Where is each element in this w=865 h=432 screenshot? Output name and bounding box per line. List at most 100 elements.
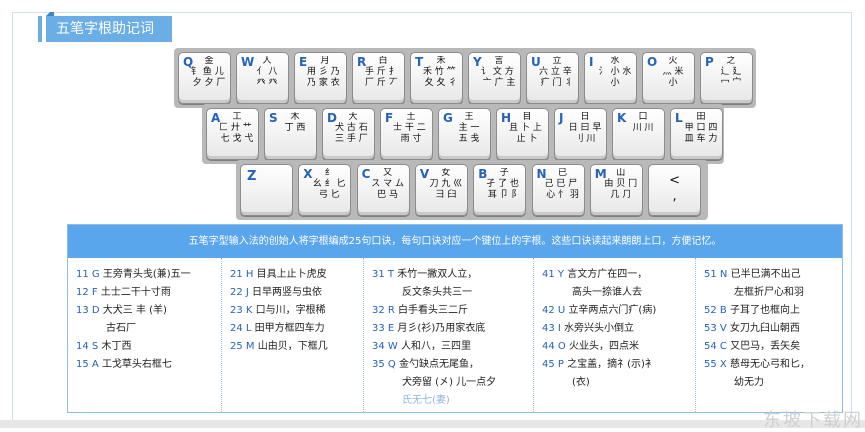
mnemonic-line: 43 I 水旁兴头小倒立 [542, 320, 689, 338]
key-letter: F [385, 111, 394, 125]
key-y[interactable]: Y言 讠 文 方 丶 亠 广 主 [468, 52, 521, 104]
key-r[interactable]: R白 手 斤 扌 斤 厂 斤 丆 斤 [352, 52, 405, 104]
mnemonic-code: 53 V [704, 323, 727, 334]
mnemonic-code: 33 E [372, 323, 395, 334]
mnemonic-line: 幼无力 [704, 374, 834, 392]
key-radicals: 子 孑 了 也 凵 耳 卩 阝 [486, 168, 522, 200]
key-radicals: 白 手 斤 扌 斤 厂 斤 丆 斤 [365, 56, 401, 88]
mnemonic-line: 55 X 慈母无心弓和匕， [704, 356, 834, 374]
mnemonic-code: 41 Y [542, 269, 565, 280]
mnemonic-column-5: 51 N 已半巳满不出己 左框折尸心和羽 52 B 子耳了也框向上 53 V 女刀九臼… [696, 258, 840, 412]
mnemonic-text: 左框折尸心和羽 [734, 287, 804, 298]
mnemonic-line: 高头一捺谁人去 [542, 284, 689, 302]
key-a[interactable]: A工 匚 廾 艹 廿 七 戈 弋 [206, 108, 259, 160]
key-k[interactable]: K口 川 川 [612, 108, 665, 160]
mnemonic-text: 大犬三 丰 (羊) [102, 305, 167, 316]
key-letter: T [415, 55, 424, 69]
key-radicals: 土 士 干 二 十 雨 寸 [393, 112, 429, 144]
key-c[interactable]: C又 ス マ ム 巴 马 [356, 164, 410, 216]
key-h[interactable]: H目 且 卜 上 丨 止 卜 [496, 108, 549, 160]
key-z[interactable]: Z [240, 164, 293, 216]
key-o[interactable]: O火 灬 米 小 [642, 52, 695, 104]
key-j[interactable]: J日 日 曰 早 刂 川 [554, 108, 607, 160]
key-radicals: 口 川 川 [632, 112, 654, 133]
mnemonic-line: 53 V 女刀九臼山朝西 [704, 320, 834, 338]
key-b[interactable]: B子 孑 了 也 凵 耳 卩 阝 [473, 164, 527, 216]
key-w[interactable]: W人 亻 八 癶 癶 [236, 52, 289, 104]
mnemonic-code: 15 A [76, 359, 99, 370]
key-radicals: 山 由 贝 冂 几 ⺆ [604, 168, 638, 200]
mnemonic-line: 54 C 又巴马，丢矢矣 [704, 338, 834, 356]
mnemonic-line: 41 Y 言文方广在四一， [542, 266, 689, 284]
mnemonic-code: 54 C [704, 341, 727, 352]
mnemonic-code: 35 Q [372, 359, 396, 370]
key-radicals: 月 用 彡 乃 豕 乃 家 衣 豕 [307, 56, 343, 88]
key-comma[interactable]: < , [648, 164, 702, 216]
mnemonic-code: 22 J [230, 287, 249, 298]
key-u[interactable]: U立 六 立 辛 丷 疒 门 丬 [526, 52, 579, 104]
key-radicals: 又 ス マ ム 巴 马 [371, 168, 404, 200]
mnemonic-code: 34 W [372, 341, 398, 352]
key-radicals: 女 刀 九 巛 彐 臼 [429, 168, 463, 200]
mnemonic-code: 45 P [542, 359, 564, 370]
mnemonic-text: 人和八，三四里 [400, 341, 471, 352]
mnemonic-text: 金勺缺点无尾鱼， [398, 359, 479, 370]
mnemonic-text: 女刀九臼山朝西 [729, 323, 800, 334]
mnemonic-line: 13 D 大犬三 丰 (羊) [76, 302, 215, 320]
mnemonic-code: 13 D [76, 305, 100, 316]
mnemonic-line: 氏无七(妻) [372, 392, 527, 410]
keyboard-row-1: Q金 钅 鱼 儿 勹 夕 夕 厂W人 亻 八 癶 癶E月 用 彡 乃 豕 乃 家… [174, 48, 756, 108]
key-radicals: 大 犬 古 石 三 三 手 厂 丆 [335, 112, 371, 144]
key-q[interactable]: Q金 钅 鱼 儿 勹 夕 夕 厂 [178, 52, 231, 104]
key-e[interactable]: E月 用 彡 乃 豕 乃 家 衣 豕 [294, 52, 347, 104]
mnemonic-line: 52 B 子耳了也框向上 [704, 302, 834, 320]
mnemonic-code: 32 R [372, 305, 395, 316]
key-radicals: 立 六 立 辛 丷 疒 门 丬 [539, 56, 575, 88]
key-n[interactable]: N已 己 巳 尸 乙 心 忄 羽 [531, 164, 585, 216]
key-radicals: 田 甲 口 四 皿 车 力 [684, 112, 718, 144]
mnemonic-text: 田甲方框四车力 [254, 323, 325, 334]
key-g[interactable]: G王 主 一 五 戋 [438, 108, 491, 160]
key-d[interactable]: D大 犬 古 石 三 三 手 厂 丆 [322, 108, 375, 160]
keyboard-row-2: A工 匚 廾 艹 廿 七 戈 弋S木 丁 西D大 犬 古 石 三 三 手 厂 丆… [202, 104, 724, 164]
mnemonic-text: 禾竹一撇双人立， [397, 269, 478, 280]
mnemonic-text: 山由贝，下框几 [257, 341, 328, 352]
key-s[interactable]: S木 丁 西 [264, 108, 317, 160]
key-v[interactable]: V女 刀 九 巛 彐 臼 [414, 164, 468, 216]
mnemonic-line: 42 U 立辛两点六门疒(病) [542, 302, 689, 320]
mnemonic-text: 已半巳满不出己 [730, 269, 801, 280]
key-i[interactable]: I水 氵 小 水 小 [584, 52, 637, 104]
key-letter: Z [247, 169, 257, 184]
mnemonic-text: 古石厂 [106, 323, 136, 334]
mnemonic-line: 51 N 已半巳满不出己 [704, 266, 834, 284]
key-radicals: 已 己 巳 尸 乙 心 忄 羽 [544, 168, 581, 200]
mnemonic-line: 32 R 白手看头三二斤 [372, 302, 527, 320]
key-t[interactable]: T禾 禾 竹 ⺮ 丿 夂 夂 彳 [410, 52, 463, 104]
key-f[interactable]: F土 士 干 二 十 雨 寸 [380, 108, 433, 160]
mnemonic-code: 55 X [704, 359, 727, 370]
watermark: 东坡下载网 [763, 410, 863, 431]
key-m[interactable]: M山 由 贝 冂 几 ⺆ [589, 164, 643, 216]
key-radicals: 王 主 一 五 戋 [458, 112, 480, 144]
mnemonic-line: 34 W 人和八，三四里 [372, 338, 527, 356]
mnemonic-line: 反文条头共三一 [372, 284, 527, 302]
mnemonic-code: 25 M [230, 341, 255, 352]
key-radicals: 目 且 卜 上 丨 止 卜 [509, 112, 545, 144]
mnemonic-text: 日早两竖与虫依 [252, 287, 323, 298]
mnemonic-headline: 五笔字型输入法的创始人将字根编成25句口诀，每句口诀对应一个键位上的字根。这些口… [68, 225, 842, 258]
key-p[interactable]: P之 辶 廴 冖 宀 [700, 52, 753, 104]
mnemonic-code: 11 G [76, 269, 100, 280]
mnemonic-text: 氏无七(妻) [402, 395, 450, 406]
mnemonic-text: 白手看头三二斤 [398, 305, 469, 316]
mnemonic-line: 25 M 山由贝，下框几 [230, 338, 357, 356]
mnemonic-line: 31 T 禾竹一撇双人立， [372, 266, 527, 284]
mnemonic-code: 12 F [76, 287, 98, 298]
key-x[interactable]: X纟 幺 纟 匕 弓 匕 [298, 164, 352, 216]
mnemonic-text: 工戈草头右框七 [101, 359, 172, 370]
page-title: 五笔字根助记词 [38, 12, 172, 42]
bottom-bar [0, 420, 865, 428]
mnemonic-code: 44 O [542, 341, 566, 352]
key-letter: L [675, 111, 683, 125]
key-radicals: 禾 禾 竹 ⺮ 丿 夂 夂 彳 [423, 56, 459, 88]
key-l[interactable]: L田 甲 口 四 皿 车 力 [670, 108, 723, 160]
